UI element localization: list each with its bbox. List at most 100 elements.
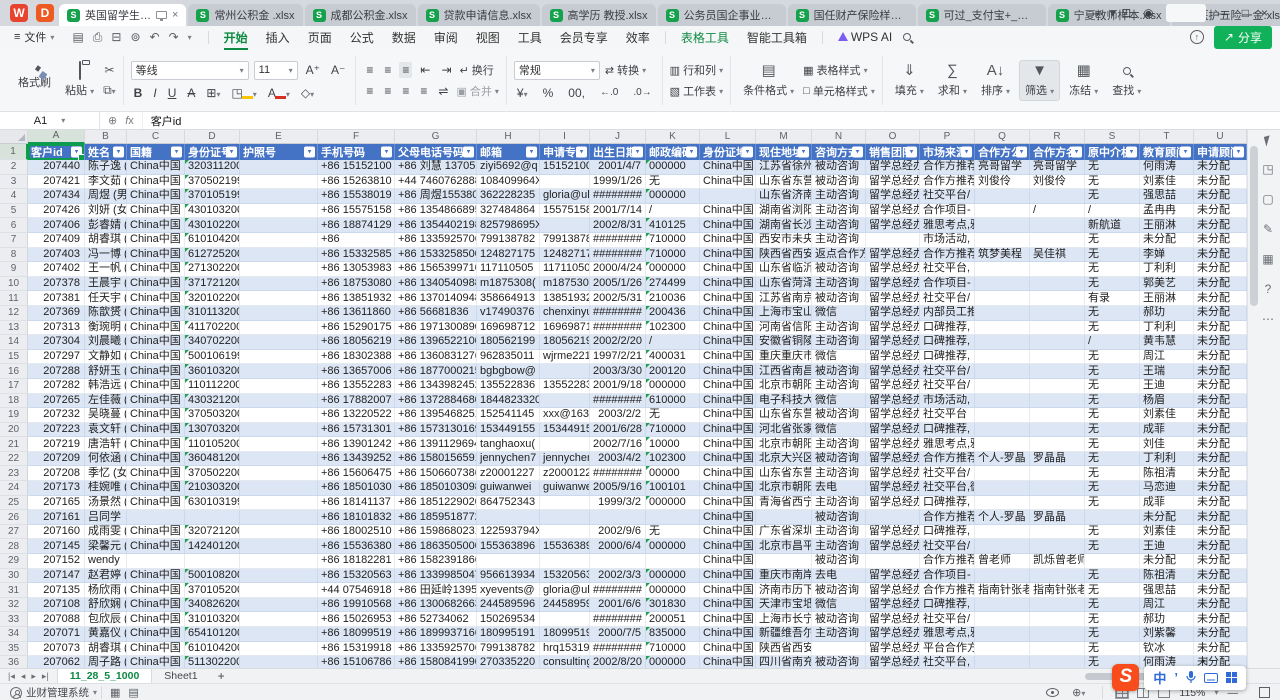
cell-Q36[interactable] [975,656,1030,668]
header-cell-U1[interactable]: 申请顾问▾ [1194,144,1247,160]
cell-U7[interactable]: 未分配 [1194,233,1247,248]
document-tab-2[interactable]: S成都公积金.xlsx [305,4,416,26]
filter-dropdown-icon[interactable]: ▾ [576,147,587,158]
cell-D3[interactable]: 370502199901260083 [185,175,240,190]
cell-H18[interactable]: 18448233200000@qq [477,394,540,409]
cell-H7[interactable]: 799138782 [477,233,540,248]
cell-J14[interactable]: 2002/2/20 [590,335,646,350]
sheet-tab-sheet1[interactable]: Sheet1 [152,669,209,683]
cell-A28[interactable]: 207145 [28,539,85,554]
cell-G2[interactable]: +86 刘慧 137052 [395,160,477,175]
cell-R18[interactable] [1030,394,1085,409]
cell-L20[interactable]: China中国 [700,423,756,438]
cell-L34[interactable]: China中国 [700,627,756,642]
column-header-H[interactable]: H [477,130,540,144]
cell-I13[interactable]: 169698712 [540,321,590,336]
cell-F28[interactable]: +86 15536380 [318,539,395,554]
cell-S35[interactable]: 无 [1085,642,1140,657]
cell-B13[interactable]: 衡琬明 (女 [85,321,127,336]
cell-A25[interactable]: 207165 [28,496,85,511]
font-name-select[interactable]: 等线▾ [131,61,249,80]
cell-F11[interactable]: +86 13851932 [318,291,395,306]
cell-R7[interactable] [1030,233,1085,248]
cell-N8[interactable]: 返点合作方 [812,248,866,263]
cell-E14[interactable] [240,335,318,350]
cell-F29[interactable]: +86 18182281 [318,554,395,569]
cell-U9[interactable]: 未分配 [1194,262,1247,277]
cell-H4[interactable]: 362228235 [477,189,540,204]
cell-M26[interactable] [756,510,812,525]
cell-N35[interactable] [812,642,866,657]
row-header-9[interactable]: 9 [0,262,28,277]
cell-E18[interactable] [240,394,318,409]
cell-U28[interactable]: 未分配 [1194,539,1247,554]
cell-F31[interactable]: +44 07546918 [318,583,395,598]
filter-dropdown-icon[interactable]: ▾ [1071,147,1082,158]
cell-P23[interactable]: 社交平台/ [920,466,975,481]
row-header-19[interactable]: 19 [0,408,28,423]
cell-J22[interactable]: 2003/4/2 [590,452,646,467]
cell-F6[interactable]: +86 18874129 [318,218,395,233]
cell-P26[interactable]: 合作方推荐 [920,510,975,525]
filter-dropdown-icon[interactable]: ▾ [686,147,697,158]
cell-B34[interactable]: 黄嘉仪 (女 [85,627,127,642]
cell-K35[interactable]: 710000 [646,642,700,657]
cell-L13[interactable]: China中国 [700,321,756,336]
cell-C26[interactable] [127,510,185,525]
cell-D29[interactable] [185,554,240,569]
cell-E9[interactable] [240,262,318,277]
align-right-icon[interactable]: ≡ [399,83,412,99]
cell-S21[interactable]: 无 [1085,437,1140,452]
cell-K23[interactable]: 00000 [646,466,700,481]
column-header-K[interactable]: K [646,130,700,144]
cell-L14[interactable]: China中国 [700,335,756,350]
cell-J13[interactable]: ######## [590,321,646,336]
cell-K16[interactable]: 200120 [646,364,700,379]
cell-P32[interactable]: 口碑推荐, [920,598,975,613]
cell-B4[interactable]: 周煜 (男) [85,189,127,204]
row-header-29[interactable]: 29 [0,554,28,569]
cell-E21[interactable] [240,437,318,452]
cell-B5[interactable]: 刘妍 (女) [85,204,127,219]
cell-S12[interactable]: 无 [1085,306,1140,321]
cell-D4[interactable]: 370105199411221118 [185,189,240,204]
cell-D35[interactable]: 610104200212213421 [185,642,240,657]
cell-L4[interactable] [700,189,756,204]
cell-Q31[interactable]: 指南针张老 [975,583,1030,598]
cell-F8[interactable]: +86 15332585 [318,248,395,263]
cell-S20[interactable]: 无 [1085,423,1140,438]
header-cell-G1[interactable]: 父母电话号码▾ [395,144,477,160]
cell-T19[interactable]: 刘素佳 [1140,408,1194,423]
cell-O19[interactable]: 留学总经办 [866,408,920,423]
fx-icon[interactable]: fx [125,115,134,127]
cell-N21[interactable]: 主动咨询 [812,437,866,452]
cell-Q33[interactable] [975,612,1030,627]
cell-D27[interactable]: 320721200209060081 [185,525,240,540]
cell-H21[interactable]: tanghaoxu( [477,437,540,452]
cell-C36[interactable]: China中国 [127,656,185,668]
name-box[interactable]: A1▾ [0,112,100,129]
cell-U6[interactable]: 未分配 [1194,218,1247,233]
cell-L10[interactable]: China中国 [700,277,756,292]
cell-U12[interactable]: 未分配 [1194,306,1247,321]
cell-R29[interactable]: 凯烁曾老师 [1030,554,1085,569]
cell-K9[interactable]: 000000 [646,262,700,277]
cell-D28[interactable]: 142401200006041426 [185,539,240,554]
cell-L7[interactable]: China中国 [700,233,756,248]
cell-F23[interactable]: +86 15606475 [318,466,395,481]
cell-N17[interactable]: 主动咨询 [812,379,866,394]
cell-M3[interactable]: 山东省东营 [756,175,812,190]
cell-K25[interactable]: 000000 [646,496,700,511]
cell-U30[interactable]: 未分配 [1194,569,1247,584]
cell-T17[interactable]: 王迪 [1140,379,1194,394]
cell-L8[interactable]: China中国 [700,248,756,263]
cell-H31[interactable]: xyevents@ [477,583,540,598]
cell-H27[interactable]: 122593794XXX@163. [477,525,540,540]
cell-G30[interactable]: +86 1339985047 [395,569,477,584]
cell-M9[interactable]: 山东省临沂 [756,262,812,277]
cell-N25[interactable]: 主动咨询 [812,496,866,511]
cell-B12[interactable]: 陈歆赟 (女 [85,306,127,321]
search-icon[interactable] [903,33,911,41]
print-icon[interactable]: ⎙ [93,30,103,45]
cell-J11[interactable]: 2002/5/31 [590,291,646,306]
